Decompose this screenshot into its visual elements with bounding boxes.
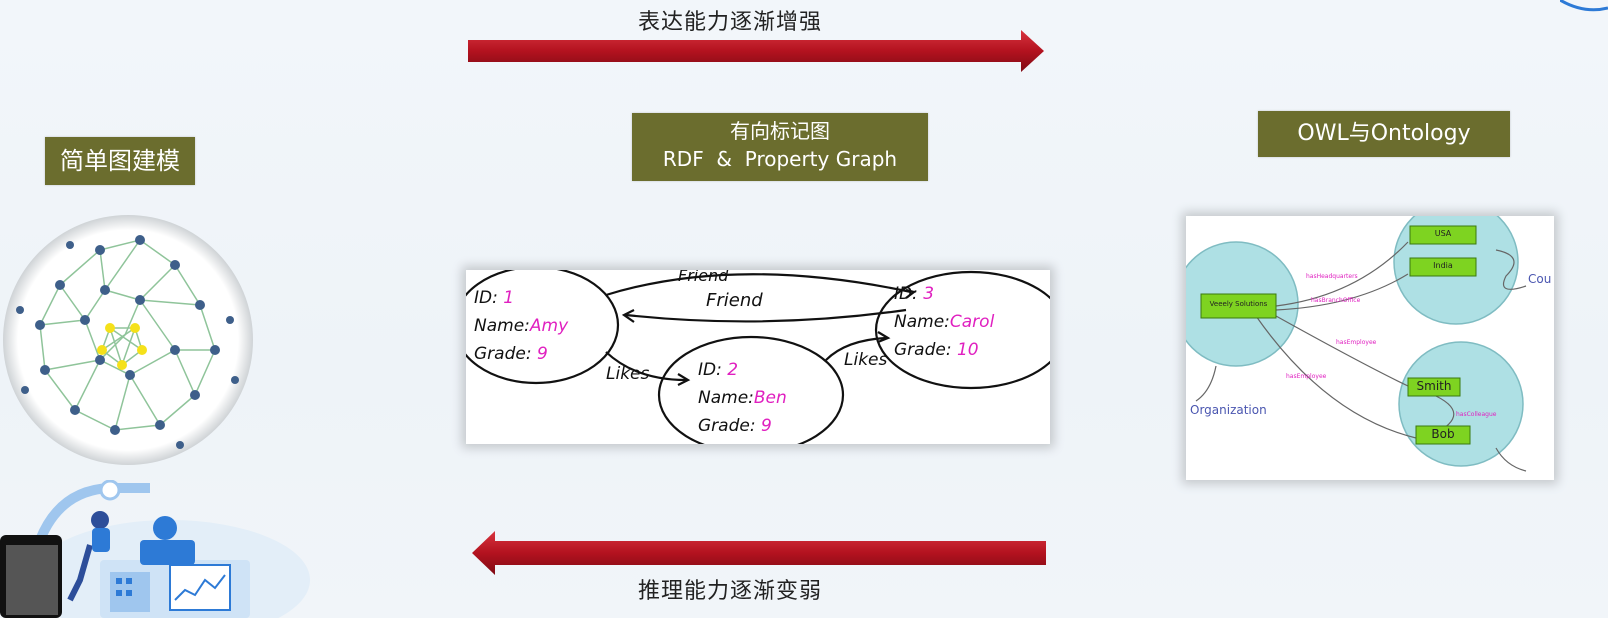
node-amy-id-label: ID:	[474, 288, 498, 308]
directed-labeled-graph-title-line1: 有向标记图	[730, 119, 830, 143]
simple-graph-network	[3, 215, 253, 465]
node-carol-grade-label: Grade:	[894, 340, 952, 360]
edge-label-likes-right: Likes	[844, 350, 888, 370]
ontology-panel: hasHeadquarters hasBranchOffice hasEmplo…	[1186, 216, 1554, 480]
owl-ontology-title: OWL与Ontology	[1258, 111, 1510, 157]
edge-label-likes-left: Likes	[606, 364, 650, 384]
svg-text:hasBranchOffice: hasBranchOffice	[1311, 297, 1361, 304]
box-usa: USA	[1434, 229, 1452, 238]
robot-illustration	[0, 480, 310, 618]
box-company: Veeely Solutions	[1209, 300, 1268, 308]
svg-text:hasEmployee: hasEmployee	[1286, 373, 1327, 380]
node-amy: ID: 1 Name:Amy Grade: 9	[474, 284, 568, 368]
node-amy-id: 1	[503, 288, 515, 308]
node-ben: ID: 2 Name:Ben Grade: 9	[698, 356, 787, 440]
label-country: Cou	[1528, 272, 1552, 286]
node-amy-grade: 9	[536, 344, 548, 364]
directed-labeled-graph-title-line2: RDF & Property Graph	[662, 147, 898, 171]
node-carol-id-label: ID:	[894, 284, 918, 304]
box-smith: Smith	[1416, 379, 1452, 393]
node-ben-grade-label: Grade:	[698, 416, 756, 436]
node-amy-grade-label: Grade:	[474, 344, 532, 364]
node-carol-grade: 10	[956, 340, 979, 360]
box-bob: Bob	[1431, 427, 1455, 441]
edge-label-friend-mid: Friend	[706, 290, 763, 311]
bottom-arrow-label: 推理能力逐渐变弱	[638, 579, 823, 604]
svg-text:hasHeadquarters: hasHeadquarters	[1306, 273, 1358, 280]
edge-label-friend-top: Friend	[678, 270, 729, 285]
ontology-diagram: hasHeadquarters hasBranchOffice hasEmplo…	[1186, 216, 1527, 472]
node-carol-name: Carol	[949, 312, 995, 332]
simple-graph-title: 简单图建模	[45, 137, 195, 185]
node-ben-name-label: Name:	[698, 388, 754, 408]
label-organization: Organization	[1190, 403, 1267, 417]
right-arrow-icon	[468, 30, 1044, 72]
node-amy-name-label: Name:	[474, 316, 530, 336]
node-ben-id: 2	[727, 360, 739, 380]
svg-text:hasEmployee: hasEmployee	[1336, 339, 1377, 346]
node-ben-name: Ben	[753, 388, 787, 408]
property-graph-panel: ID: 1 Name:Amy Grade: 9 ID: 2 Name:Ben G…	[466, 270, 1050, 444]
node-carol: ID: 3 Name:Carol Grade: 10	[894, 280, 994, 364]
left-arrow-icon	[472, 531, 1046, 575]
node-ben-grade: 9	[760, 416, 772, 436]
node-carol-id: 3	[923, 284, 935, 304]
node-carol-name-label: Name:	[894, 312, 950, 332]
directed-labeled-graph-title: 有向标记图 RDF & Property Graph	[632, 113, 928, 181]
node-ben-id-label: ID:	[698, 360, 722, 380]
box-india: India	[1433, 261, 1453, 270]
svg-text:hasColleague: hasColleague	[1456, 411, 1497, 418]
node-amy-name: Amy	[529, 316, 569, 336]
corner-decoration	[1560, 0, 1608, 12]
